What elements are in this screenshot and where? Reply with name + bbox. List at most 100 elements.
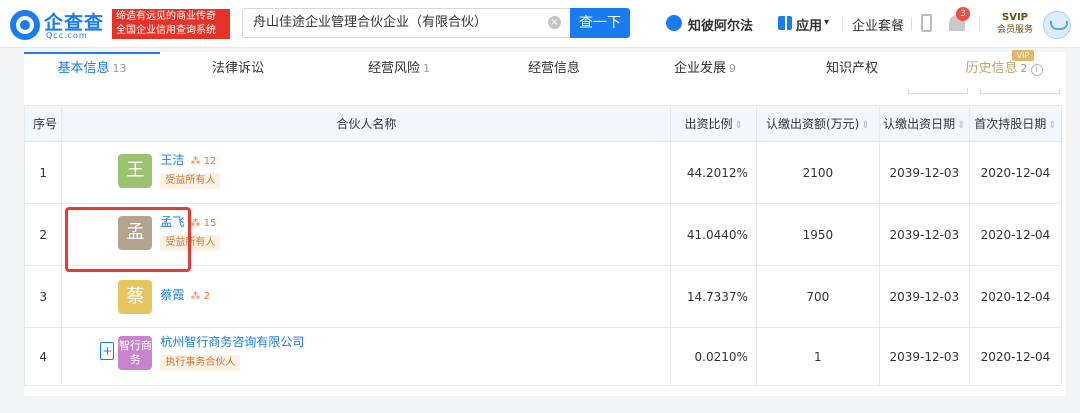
partner-name-group: 杭州智行商务咨询有限公司 xyxy=(160,333,304,350)
toolbar-strip xyxy=(880,88,1060,94)
tab-label: 经营信息 xyxy=(527,61,580,76)
table-header-row: 序号 合伙人名称 出资比例 ⇕ 认缴出资额(万元) ⇕ 认缴出资日期 ⇕ 首次持股日期… xyxy=(23,105,1063,142)
related-count: 15 xyxy=(203,218,217,229)
partner-cell: 王 王洁 ⁂ 12 受益所有人 xyxy=(61,141,672,204)
qcc-logo[interactable]: 企查查 Qcc.com xyxy=(10,8,110,40)
top-header: 企查查 Qcc.com 缔造有远见的商业传奇 全国企业信用查询系统 舟山佳途企业… xyxy=(0,0,1080,48)
related-companies-icon[interactable]: ⁂ 2 xyxy=(190,291,210,302)
divider xyxy=(911,17,912,31)
vip-badge: VIP xyxy=(1012,50,1034,61)
table-row: 4 + 智行商务 杭州智行商务咨询有限公司 执行事务合伙人 0.0210% 1 … xyxy=(23,327,1063,386)
table-row: 3 蔡 蔡霞 ⁂ 2 14.7337% 700 2039-12-03 2020-1… xyxy=(23,265,1063,328)
partner-cell: + 智行商务 杭州智行商务咨询有限公司 执行事务合伙人 xyxy=(61,327,672,386)
help-icon[interactable]: i xyxy=(1030,64,1043,76)
tab-count: 2 xyxy=(1020,62,1028,75)
row-index: 3 xyxy=(23,265,63,328)
company-tabs: 基本信息 13 法律诉讼 经营风险 1 经营信息 企业发展 9 知识产权 历史信息 2 i xyxy=(24,52,1066,86)
sort-icon[interactable]: ⇕ xyxy=(861,120,869,131)
svip-subtitle: 会员服务 xyxy=(996,25,1033,35)
partner-name-group: 蔡霞 ⁂ 2 xyxy=(160,286,210,303)
user-avatar-icon[interactable] xyxy=(1043,11,1071,39)
tab-business-risk[interactable]: 经营风险 1 xyxy=(344,52,454,86)
related-companies-icon[interactable]: ⁂ 12 xyxy=(190,156,216,167)
tab-label: 经营风险 xyxy=(367,61,420,76)
column-header-amount[interactable]: 认缴出资额(万元) ⇕ xyxy=(755,105,880,142)
subscription-date-cell: 2039-12-03 xyxy=(878,265,970,328)
related-companies-icon[interactable]: ⁂ 15 xyxy=(190,218,216,229)
clear-search-icon[interactable]: × xyxy=(548,16,561,29)
executive-partner-tag: 执行事务合伙人 xyxy=(160,355,241,371)
search-input[interactable]: 舟山佳途企业管理合伙企业（有限合伙） xyxy=(242,8,570,38)
sort-icon[interactable]: ⇕ xyxy=(1048,120,1056,131)
page: 企查查 Qcc.com 缔造有远见的商业传奇 全国企业信用查询系统 舟山佳途企业… xyxy=(0,0,1080,413)
column-header-index: 序号 xyxy=(23,105,63,142)
slogan-banner: 缔造有远见的商业传奇 全国企业信用查询系统 xyxy=(112,9,230,39)
partner-name-link[interactable]: 蔡霞 xyxy=(160,288,184,302)
zhibi-alpha-link[interactable]: 知彼阿尔法 xyxy=(688,15,753,34)
partner-name-link[interactable]: 王洁 xyxy=(160,153,184,167)
first-holding-date-cell: 2020-12-04 xyxy=(968,265,1063,328)
subscription-date-cell: 2039-12-03 xyxy=(878,327,970,386)
expand-plus-icon[interactable]: + xyxy=(100,342,115,360)
ratio-cell: 41.0440% xyxy=(670,203,757,266)
apps-grid-icon xyxy=(778,16,792,30)
tab-enterprise-development[interactable]: 企业发展 9 xyxy=(650,52,760,86)
tab-count: 9 xyxy=(729,62,736,75)
row-index: 4 xyxy=(23,327,63,386)
column-header-label: 认缴出资额(万元) xyxy=(765,117,860,131)
amount-cell: 1 xyxy=(755,327,880,386)
sort-icon[interactable]: ⇕ xyxy=(957,120,965,131)
notification-count-badge: 3 xyxy=(956,7,970,21)
tab-label: 基本信息 xyxy=(57,61,110,76)
partner-cell: 蔡 蔡霞 ⁂ 2 xyxy=(61,265,672,328)
mobile-phone-icon[interactable] xyxy=(921,14,932,32)
ratio-cell: 0.0210% xyxy=(670,327,757,386)
tab-legal[interactable]: 法律诉讼 xyxy=(188,52,288,86)
apps-menu[interactable]: 应用 xyxy=(796,15,822,34)
column-header-ratio[interactable]: 出资比例 ⇕ xyxy=(670,105,757,142)
column-header-label: 认缴出资日期 xyxy=(883,117,956,131)
toolbar-button[interactable] xyxy=(908,88,968,94)
related-count: 2 xyxy=(203,291,210,302)
toolbar-button[interactable] xyxy=(980,88,1060,94)
annotation-highlight-box xyxy=(65,207,191,272)
tab-business-info[interactable]: 经营信息 xyxy=(504,52,604,86)
tab-label: 企业发展 xyxy=(673,61,726,76)
tab-count: 13 xyxy=(112,62,127,75)
amount-cell: 1950 xyxy=(755,203,880,266)
zhibi-alpha-icon xyxy=(666,15,682,31)
tab-intellectual-property[interactable]: 知识产权 xyxy=(802,52,902,86)
subscription-date-cell: 2039-12-03 xyxy=(878,141,970,204)
enterprise-package-link[interactable]: 企业套餐 xyxy=(852,15,904,34)
column-header-subscription-date[interactable]: 认缴出资日期 ⇕ xyxy=(878,105,970,142)
apps-chevron-down-icon[interactable]: ▾ xyxy=(824,17,829,28)
partner-avatar[interactable]: 智行商务 xyxy=(118,336,153,370)
divider xyxy=(979,17,980,31)
tab-label: 法律诉讼 xyxy=(211,61,264,76)
tab-label: 历史信息 xyxy=(965,61,1018,76)
column-header-label: 出资比例 xyxy=(684,117,733,131)
amount-cell: 700 xyxy=(755,265,880,328)
ratio-cell: 14.7337% xyxy=(670,265,757,328)
ratio-cell: 44.2012% xyxy=(670,141,757,204)
tab-count: 1 xyxy=(423,62,430,75)
partner-name-group: 王洁 ⁂ 12 xyxy=(160,151,216,168)
sort-icon[interactable]: ⇕ xyxy=(734,120,742,131)
divider xyxy=(842,17,843,31)
subscription-date-cell: 2039-12-03 xyxy=(878,203,970,266)
beneficial-owner-tag: 受益所有人 xyxy=(160,173,221,189)
tab-history[interactable]: 历史信息 2 i xyxy=(944,52,1064,86)
row-index: 2 xyxy=(23,203,63,266)
qcc-logo-icon xyxy=(10,10,40,40)
partner-avatar[interactable]: 王 xyxy=(118,154,153,188)
search-button[interactable]: 查一下 xyxy=(570,8,630,38)
partner-avatar[interactable]: 蔡 xyxy=(118,280,153,314)
tab-basic-info[interactable]: 基本信息 13 xyxy=(24,52,160,86)
related-count: 12 xyxy=(203,156,217,167)
tab-label: 知识产权 xyxy=(825,61,878,76)
logo-subtext: Qcc.com xyxy=(46,31,88,40)
partner-name-link[interactable]: 杭州智行商务咨询有限公司 xyxy=(160,335,304,349)
column-header-first-holding-date[interactable]: 首次持股日期 ⇕ xyxy=(968,105,1063,142)
row-index: 1 xyxy=(23,141,63,204)
svip-member-button[interactable]: SVIP 会员服务 xyxy=(992,11,1038,37)
